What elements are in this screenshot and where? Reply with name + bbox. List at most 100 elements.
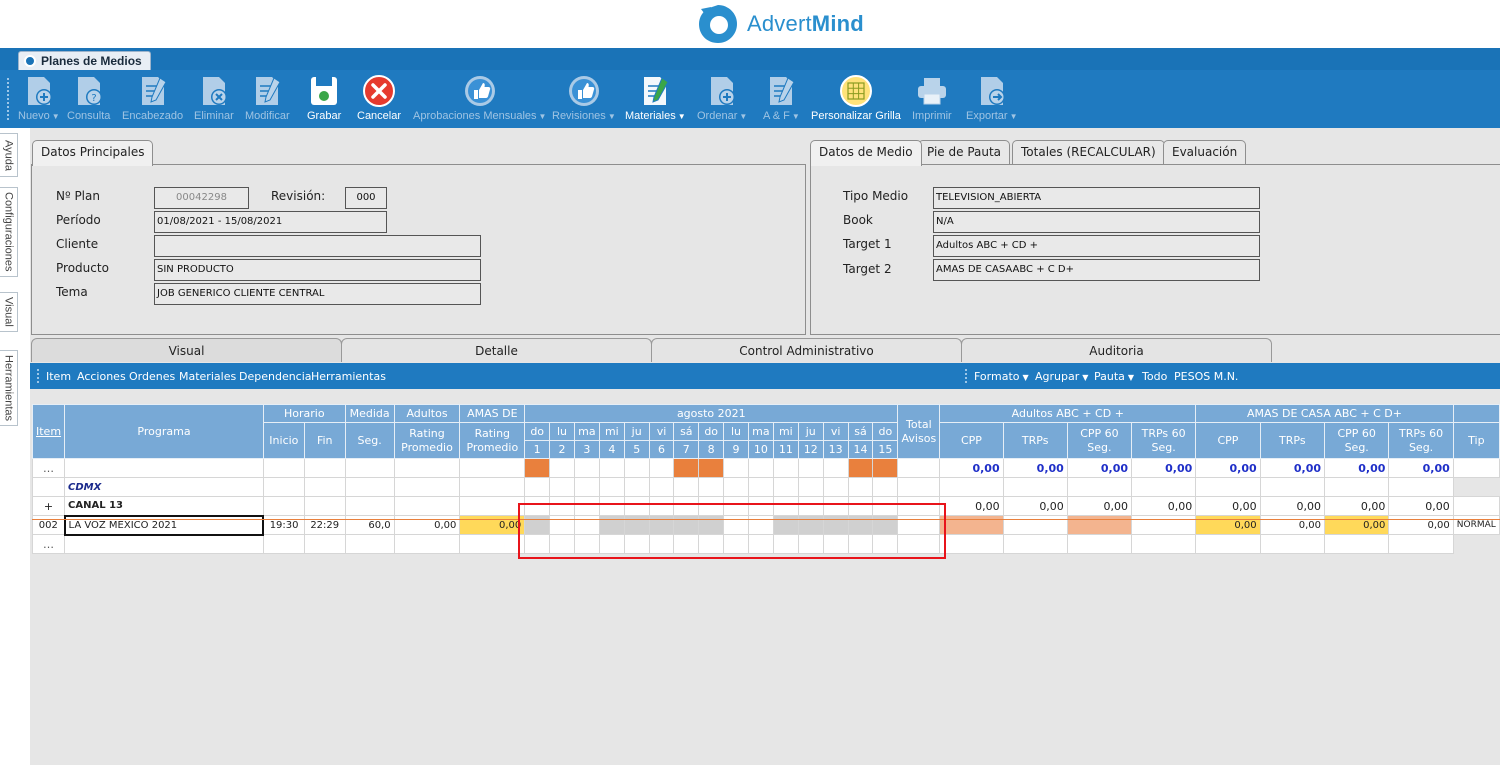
tab-totales-recalcular[interactable]: Totales (RECALCULAR) [1012, 140, 1165, 164]
empty-cell [1066, 534, 1133, 554]
revisiones-button[interactable]: Revisiones ▼ [552, 74, 616, 122]
expand-group-icon[interactable]: + [31, 496, 66, 516]
empty-cell [797, 477, 824, 497]
day-number-header: 11 [772, 440, 799, 459]
tab-control-administrativo[interactable]: Control Administrativo [651, 338, 962, 362]
col-header-target2: AMAS DE CASA ABC + C D+ [1195, 404, 1454, 423]
consulta-button[interactable]: ? Consulta [67, 74, 110, 122]
periodo-label: Período [56, 213, 101, 227]
menu-grip-left [37, 369, 39, 383]
side-tab-ayuda[interactable]: Ayuda [0, 133, 18, 177]
menu-todo[interactable]: Todo [1142, 370, 1167, 383]
menu-agrupar[interactable]: Agrupar ▼ [1035, 370, 1088, 383]
tema-field[interactable]: JOB GENERICO CLIENTE CENTRAL [154, 283, 481, 305]
brand-name: AdvertMind [747, 11, 864, 36]
side-tab-herramientas[interactable]: Herramientas [0, 350, 18, 426]
empty-cell [549, 534, 575, 554]
personalizar-button[interactable]: Personalizar Grilla [811, 74, 901, 122]
aprobaciones-button[interactable]: Aprobaciones Mensuales ▼ [413, 74, 546, 122]
day-total-cell [847, 458, 874, 478]
nuevo-button[interactable]: Nuevo ▼ [18, 74, 60, 122]
toolbar-grip [7, 78, 9, 120]
empty-cell [847, 477, 874, 497]
menu-acciones[interactable]: Acciones [77, 370, 126, 383]
cliente-field[interactable] [154, 235, 481, 257]
metric-label: TRPs 60 Seg. [1141, 426, 1186, 454]
day-cell [573, 496, 600, 516]
ayf-button[interactable]: A & F ▼ [763, 74, 800, 122]
grid-menu-bar: Item Acciones Ordenes Materiales Dependencia… [30, 363, 1500, 389]
menu-label: Todo [1142, 370, 1168, 383]
metric-label: CPP [960, 433, 982, 447]
ordenar-button[interactable]: Ordenar ▼ [697, 74, 747, 122]
producto-label: Producto [56, 261, 109, 275]
tab-datos-de-medio[interactable]: Datos de Medio [810, 140, 922, 166]
personalizar-label: Personalizar Grilla [811, 110, 901, 122]
menu-pauta[interactable]: Pauta ▼ [1094, 370, 1134, 383]
metric-total-value: 0,00 [1066, 458, 1133, 478]
tab-datos-principales[interactable]: Datos Principales [32, 140, 154, 166]
target1-field[interactable]: Adultos ABC + CD + [933, 235, 1260, 257]
day-total-cell [673, 458, 700, 478]
menu-dependencia[interactable]: Dependencia [239, 370, 312, 383]
modificar-button[interactable]: Modificar [245, 74, 290, 122]
imprimir-label: Imprimir [912, 110, 952, 122]
menu-ordenes[interactable]: Ordenes [129, 370, 175, 383]
metric-value: 0,00 [1259, 496, 1326, 516]
col-header-item[interactable]: Item [31, 404, 66, 459]
empty-cell [897, 496, 941, 516]
tipo-medio-field[interactable]: TELEVISION_ABIERTA [933, 187, 1260, 209]
menu-item[interactable]: Item [46, 370, 71, 383]
menu-formato[interactable]: Formato ▼ [974, 370, 1029, 383]
side-tab-configuraciones[interactable]: Configuraciones [0, 187, 18, 277]
producto-field[interactable]: SIN PRODUCTO [154, 259, 481, 281]
revision-field[interactable]: 000 [345, 187, 387, 209]
day-number-header: 2 [549, 440, 575, 459]
menu-materiales[interactable]: Materiales [179, 370, 236, 383]
totals-row: … 0,00 0,00 0,00 0,00 0,00 0,00 0,00 0,00 [31, 458, 1500, 478]
menu-herramientas[interactable]: Herramientas [311, 370, 386, 383]
col-header-programa[interactable]: Programa [64, 404, 264, 459]
empty-cell [747, 534, 774, 554]
target2-field[interactable]: AMAS DE CASAABC + C D+ [933, 259, 1260, 281]
empty-cell [797, 534, 824, 554]
day-total-cell [872, 458, 899, 478]
imprimir-button[interactable]: Imprimir [912, 74, 952, 122]
cancelar-button[interactable]: Cancelar [357, 74, 401, 122]
book-field[interactable]: N/A [933, 211, 1260, 233]
empty-cell [393, 458, 461, 478]
day-name-header: ju [797, 422, 824, 441]
day-total-cell [723, 458, 749, 478]
col-header-cpp: CPP [939, 422, 1004, 459]
empty-cell [344, 458, 395, 478]
tab-pie-de-pauta[interactable]: Pie de Pauta [918, 140, 1011, 164]
day-number-header: 14 [847, 440, 874, 459]
day-total-cell [524, 458, 551, 478]
day-number-header: 15 [872, 440, 899, 459]
tab-planes-de-medios[interactable]: Planes de Medios [18, 51, 151, 70]
empty-cell [303, 477, 346, 497]
metric-total-value: 0,00 [1195, 458, 1261, 478]
plan-number-field[interactable]: 00042298 [154, 187, 249, 209]
materiales-button[interactable]: Materiales ▼ [625, 74, 686, 122]
tab-auditoria[interactable]: Auditoria [961, 338, 1272, 362]
side-tab-visual[interactable]: Visual [0, 292, 18, 332]
exportar-button[interactable]: Exportar ▼ [966, 74, 1018, 122]
empty-cell [1002, 534, 1068, 554]
day-total-cell [772, 458, 799, 478]
tab-evaluacion[interactable]: Evaluación [1163, 140, 1247, 164]
eliminar-button[interactable]: Eliminar [194, 74, 234, 122]
day-total-cell [598, 458, 625, 478]
periodo-field[interactable]: 01/08/2021 - 15/08/2021 [154, 211, 387, 233]
advertmind-logo-icon [699, 5, 737, 43]
grabar-button[interactable]: Grabar [307, 74, 341, 122]
empty-cell [847, 534, 874, 554]
encabezado-button[interactable]: Encabezado [122, 74, 183, 122]
eliminar-label: Eliminar [194, 110, 234, 122]
new-row[interactable]: … [31, 534, 1500, 554]
empty-cell [262, 477, 305, 497]
tab-detalle[interactable]: Detalle [341, 338, 652, 362]
metric-label: TRPs 60 Seg. [1399, 426, 1444, 454]
tab-visual[interactable]: Visual [31, 338, 342, 362]
menu-pesos-m-n-[interactable]: PESOS M.N. [1174, 370, 1238, 383]
